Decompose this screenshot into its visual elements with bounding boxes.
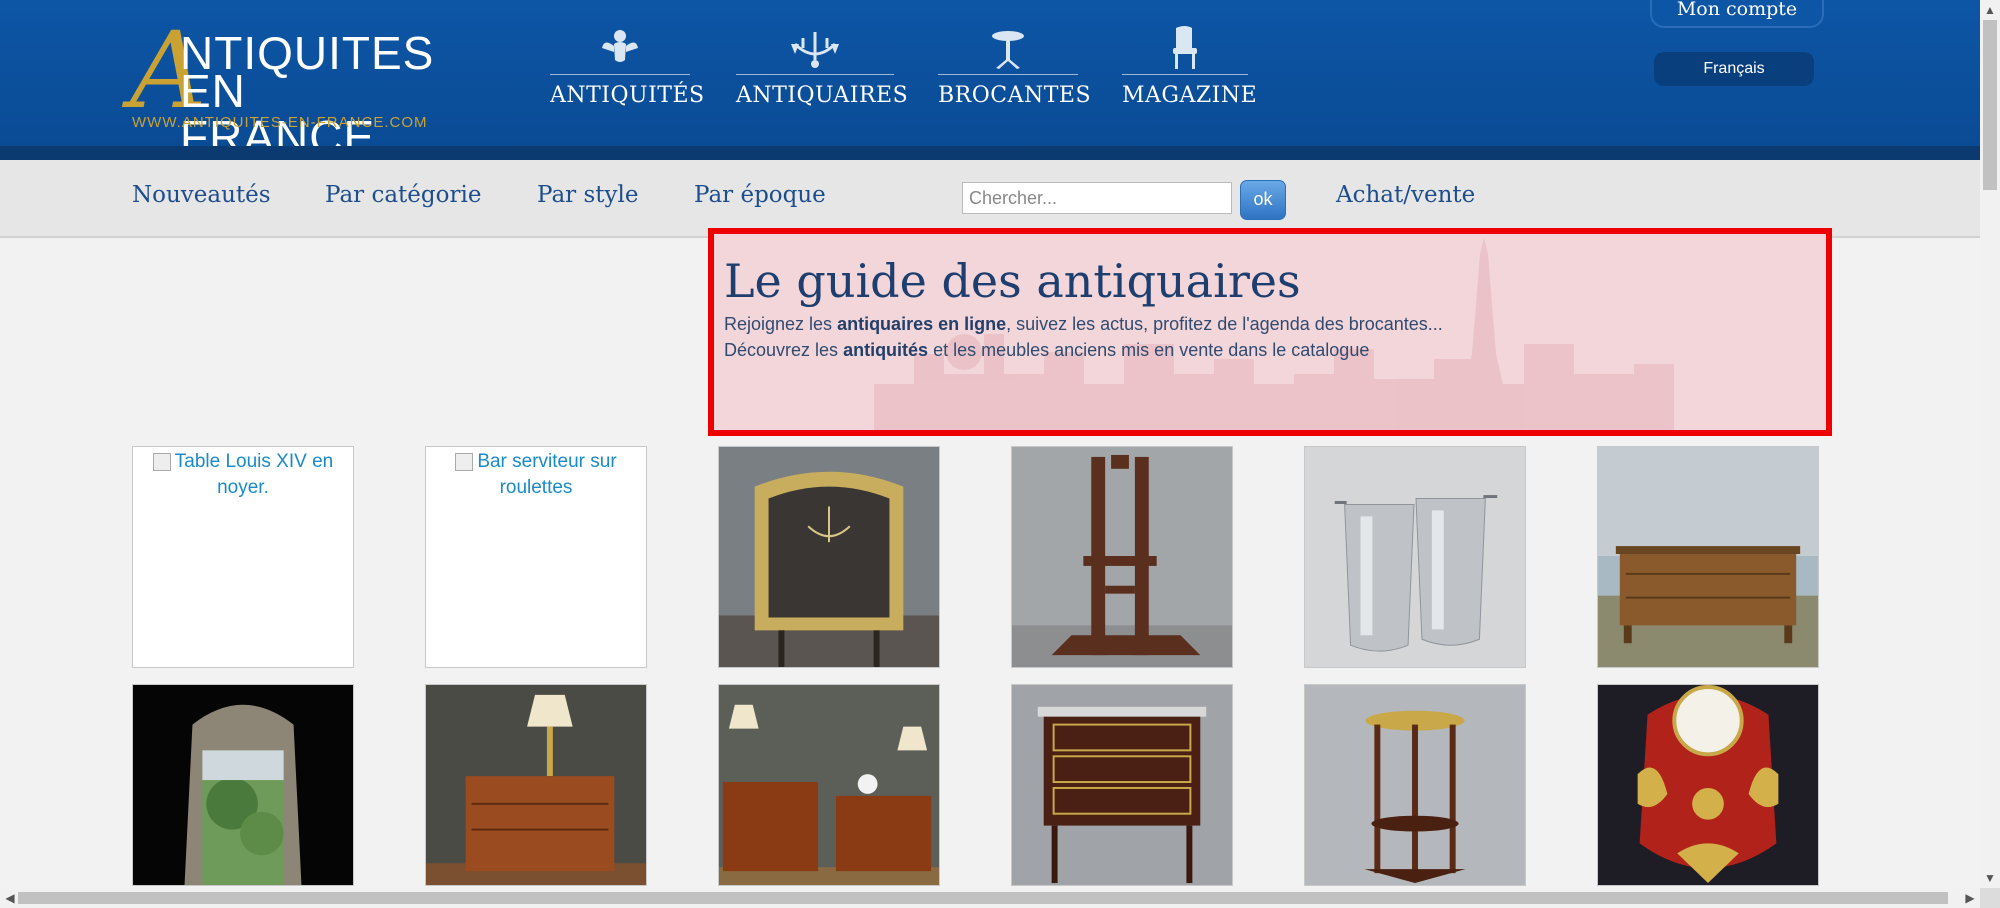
logo-url: WWW.ANTIQUITES-EN-FRANCE.COM <box>132 114 428 131</box>
subnav-achat-vente[interactable]: Achat/vente <box>1336 182 1475 208</box>
main-nav-antiquaires[interactable]: ANTIQUAIRES <box>736 22 909 112</box>
product-thumb-gilt-mirror[interactable] <box>718 446 940 668</box>
subnav-par-style[interactable]: Par style <box>537 182 638 208</box>
product-thumb[interactable]: Bar serviteur sur roulettes <box>425 446 647 668</box>
product-thumb[interactable]: Table Louis XIV en noyer. <box>132 446 354 668</box>
product-thumb-wine-coolers[interactable] <box>1304 446 1526 668</box>
main-nav-label: ANTIQUITÉS <box>550 83 705 108</box>
main-nav-label: BROCANTES <box>938 83 1092 108</box>
secondary-nav: Nouveautés Par catégorie Par style Par é… <box>0 160 1980 238</box>
hero-title: Le guide des antiquaires <box>724 254 1301 308</box>
header-stripe <box>0 146 1980 160</box>
hero-banner: Le guide des antiquaires Rejoignez les a… <box>708 228 1832 436</box>
horizontal-scroll-thumb[interactable] <box>18 892 1948 904</box>
broken-image-icon <box>152 453 171 471</box>
account-button[interactable]: Mon compte <box>1650 0 1824 28</box>
subnav-par-categorie[interactable]: Par catégorie <box>325 182 481 208</box>
main-nav-magazine[interactable]: MAGAZINE <box>1122 22 1258 112</box>
product-thumb-chest-of-drawers[interactable] <box>1597 446 1819 668</box>
hero-link-antiquaires[interactable]: antiquaires en ligne <box>837 314 1006 334</box>
product-thumb-tripod-gueridon[interactable] <box>1304 684 1526 886</box>
horizontal-scrollbar[interactable]: ◀ ▶ <box>0 888 1980 908</box>
main-nav-label: ANTIQUAIRES <box>736 83 909 108</box>
main-nav-label: MAGAZINE <box>1122 83 1258 108</box>
hero-text-line2: Découvrez les antiquités et les meubles … <box>724 340 1370 360</box>
scrollbar-corner <box>1980 888 2000 908</box>
main-nav-brocantes[interactable]: BROCANTES <box>938 22 1092 112</box>
hero-text-line1: Rejoignez les antiquaires en ligne, suiv… <box>724 314 1443 334</box>
broken-image-alt: Bar serviteur sur roulettes <box>426 447 646 501</box>
scroll-left-arrow-icon[interactable]: ◀ <box>0 888 20 908</box>
subnav-par-epoque[interactable]: Par époque <box>694 182 826 208</box>
vertical-scroll-thumb[interactable] <box>1983 20 1997 190</box>
hero-link-antiquites[interactable]: antiquités <box>843 340 928 360</box>
product-thumb-easel[interactable] <box>1011 446 1233 668</box>
vertical-scrollbar[interactable]: ▲ ▼ <box>1980 0 2000 888</box>
chandelier-icon <box>736 22 894 70</box>
chair-icon <box>1122 22 1248 70</box>
product-thumb-pair-side-tables[interactable] <box>718 684 940 886</box>
search-ok-button[interactable]: ok <box>1240 180 1286 220</box>
scroll-up-arrow-icon[interactable]: ▲ <box>1980 0 2000 20</box>
scroll-down-arrow-icon[interactable]: ▼ <box>1980 868 2000 888</box>
broken-image-icon <box>455 453 474 471</box>
broken-image-alt: Table Louis XIV en noyer. <box>133 447 353 501</box>
product-thumb-side-table-lamp[interactable] <box>425 684 647 886</box>
gueridon-table-icon <box>938 22 1078 70</box>
product-thumb-cartel-clock[interactable] <box>1597 684 1819 886</box>
cherub-icon <box>550 22 690 70</box>
product-thumb-chiffonnier[interactable] <box>1011 684 1233 886</box>
search-input[interactable] <box>962 182 1232 214</box>
scroll-right-arrow-icon[interactable]: ▶ <box>1960 888 1980 908</box>
language-select[interactable]: Français <box>1654 52 1814 86</box>
subnav-nouveautes[interactable]: Nouveautés <box>132 182 271 208</box>
main-nav-antiquites[interactable]: ANTIQUITÉS <box>550 22 705 112</box>
site-logo[interactable]: A NTIQUITES EN FRANCE WWW.ANTIQUITES-EN-… <box>130 18 450 161</box>
site-header: A NTIQUITES EN FRANCE WWW.ANTIQUITES-EN-… <box>0 0 1980 160</box>
product-thumb-carved-mirror[interactable] <box>132 684 354 886</box>
